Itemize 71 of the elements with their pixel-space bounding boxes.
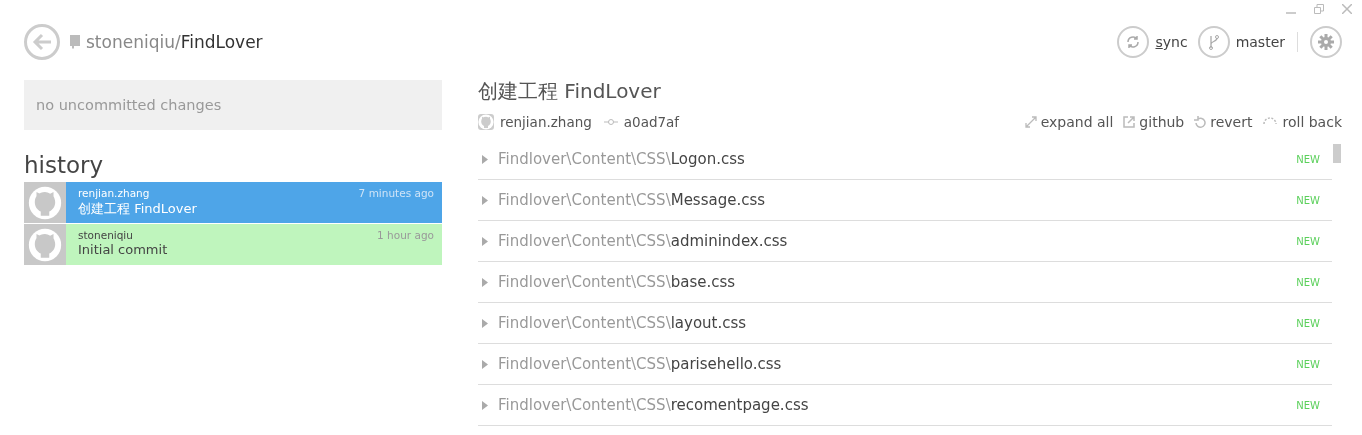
commit-sha: a0ad7af	[623, 114, 680, 130]
file-status: NEW	[1296, 276, 1320, 288]
commit-title: 创建工程 FindLover	[478, 78, 662, 105]
expand-arrow-icon	[482, 154, 488, 164]
scrollbar-thumb[interactable]	[1333, 144, 1341, 163]
file-directory: Findlover\Content\CSS\	[498, 355, 671, 373]
file-name: parisehello.css	[670, 355, 782, 373]
sync-button[interactable]: sync	[1117, 26, 1188, 58]
file-name: recomentpage.css	[670, 396, 809, 414]
expand-button[interactable]: expand all	[1024, 114, 1114, 130]
expand-arrow-icon	[482, 277, 488, 287]
file-name: base.css	[670, 273, 736, 291]
file-row[interactable]: Findlover\Content\CSS\layout.css NEW	[478, 303, 1332, 344]
file-directory: Findlover\Content\CSS\	[498, 396, 671, 414]
file-row[interactable]: Findlover\Content\CSS\recomentpage.css NEW	[478, 385, 1332, 426]
settings-button[interactable]	[1310, 26, 1342, 58]
uncommitted-changes-panel: no uncommitted changes	[24, 80, 442, 130]
expand-arrow-icon	[482, 318, 488, 328]
restore-icon[interactable]	[1314, 4, 1324, 14]
avatar-icon	[28, 227, 62, 262]
expand-arrow-icon	[482, 195, 488, 205]
file-row[interactable]: Findlover\Content\CSS\adminindex.css NEW	[478, 221, 1332, 262]
branch-button[interactable]: master	[1197, 26, 1285, 58]
external-button[interactable]: github	[1123, 114, 1185, 130]
file-name: Message.css	[670, 191, 766, 209]
settings-icon	[1318, 34, 1334, 50]
file-name: layout.css	[670, 314, 747, 332]
branch-icon	[1207, 34, 1220, 50]
undo-icon	[1194, 115, 1207, 129]
file-row[interactable]: Findlover\Content\CSS\base.css NEW	[478, 262, 1332, 303]
expand-arrow-icon	[482, 236, 488, 246]
history-heading: history	[24, 152, 105, 178]
expand-arrow-icon	[482, 359, 488, 369]
commit-message: 创建工程 FindLover	[78, 200, 198, 218]
close-icon[interactable]	[1342, 4, 1352, 14]
expand-arrow-icon	[482, 400, 488, 410]
file-status: NEW	[1296, 153, 1320, 165]
rollback-button[interactable]: roll back	[1262, 114, 1342, 130]
back-arrow-icon	[32, 33, 52, 51]
expand-icon	[1024, 116, 1037, 128]
file-directory: Findlover\Content\CSS\	[498, 273, 671, 291]
avatar-icon	[478, 114, 494, 130]
commit-author: renjian.zhang	[78, 187, 150, 199]
file-row[interactable]: Findlover\Content\CSS\Message.css NEW	[478, 180, 1332, 221]
file-status: NEW	[1296, 235, 1320, 247]
commit-author: stoneniqiu	[78, 229, 133, 241]
file-directory: Findlover\Content\CSS\	[498, 314, 671, 332]
file-status: NEW	[1296, 399, 1320, 411]
file-row[interactable]: Findlover\Content\CSS\parisehello.css NEW	[478, 344, 1332, 385]
commit-author: renjian.zhang	[500, 114, 592, 130]
file-row[interactable]: Findlover\Content\CSS\Logon.css NEW	[478, 139, 1332, 180]
sync-icon	[1126, 35, 1141, 49]
revert-button[interactable]: revert	[1194, 114, 1253, 130]
file-directory: Findlover\Content\CSS\	[498, 150, 671, 168]
repo-name: FindLover	[180, 32, 263, 52]
file-directory: Findlover\Content\CSS\	[498, 191, 671, 209]
commit-message: Initial commit	[78, 242, 169, 257]
file-status: NEW	[1296, 317, 1320, 329]
file-directory: Findlover\Content\CSS\	[498, 232, 671, 250]
file-name: adminindex.css	[670, 232, 788, 250]
repo-owner: stoneniqiu/	[86, 32, 181, 52]
back-button[interactable]	[24, 24, 60, 60]
commit-time: 1 hour ago	[377, 229, 434, 241]
external-link-icon	[1123, 116, 1136, 128]
commit-icon	[603, 118, 618, 126]
book-icon	[70, 35, 80, 49]
file-status: NEW	[1296, 358, 1320, 370]
avatar-icon	[28, 185, 62, 220]
commit-time: 7 minutes ago	[358, 187, 434, 199]
file-status: NEW	[1296, 194, 1320, 206]
file-name: Logon.css	[670, 150, 745, 168]
